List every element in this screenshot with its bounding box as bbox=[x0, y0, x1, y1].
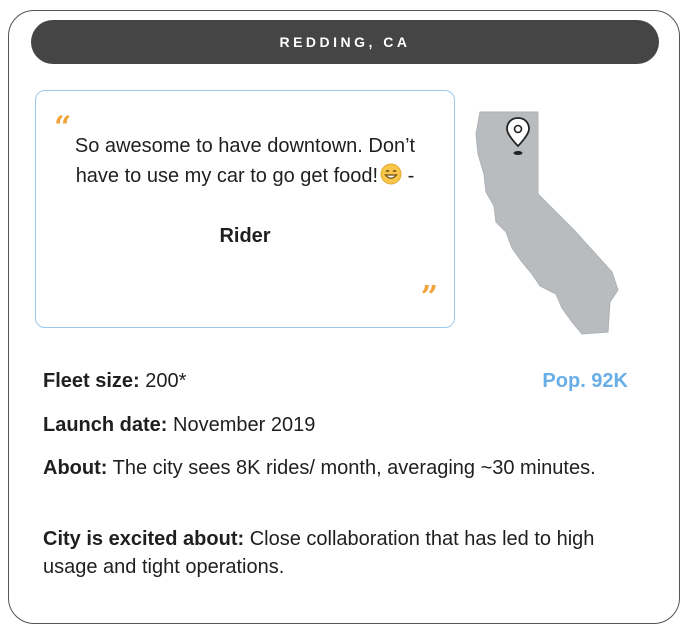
quote-author: Rider bbox=[219, 225, 271, 247]
close-quote-icon: ” bbox=[420, 280, 438, 315]
california-state-shape bbox=[475, 111, 619, 335]
quote-dash: - bbox=[402, 165, 415, 187]
city-excited-line: City is excited about: Close collaborati… bbox=[43, 525, 653, 581]
city-name: REDDING, CA bbox=[279, 34, 411, 50]
about-value: The city sees 8K rides/ month, averaging… bbox=[107, 457, 596, 479]
about-label: About: bbox=[43, 457, 108, 479]
launch-date-value: November 2019 bbox=[167, 414, 316, 436]
quote-text-block: So awesome to have downtown. Don’t have … bbox=[56, 131, 434, 191]
fleet-size-label: Fleet size: bbox=[43, 370, 140, 392]
quote-text: So awesome to have downtown. Don’t have … bbox=[74, 135, 416, 187]
city-excited-label: City is excited about: bbox=[43, 528, 245, 550]
about-line: About: The city sees 8K rides/ month, av… bbox=[43, 454, 643, 482]
fleet-size-line: Fleet size: 200* bbox=[43, 367, 186, 395]
fleet-size-value: 200* bbox=[139, 370, 187, 392]
launch-date-label: Launch date: bbox=[43, 414, 168, 436]
city-banner: REDDING, CA bbox=[31, 20, 659, 64]
california-map bbox=[466, 102, 636, 342]
population-value: Pop. 92K bbox=[542, 370, 628, 392]
rider-quote-box: “ So awesome to have downtown. Don’t hav… bbox=[35, 90, 455, 328]
grinning-face-emoji-icon bbox=[380, 163, 402, 185]
launch-date-line: Launch date: November 2019 bbox=[43, 411, 315, 439]
